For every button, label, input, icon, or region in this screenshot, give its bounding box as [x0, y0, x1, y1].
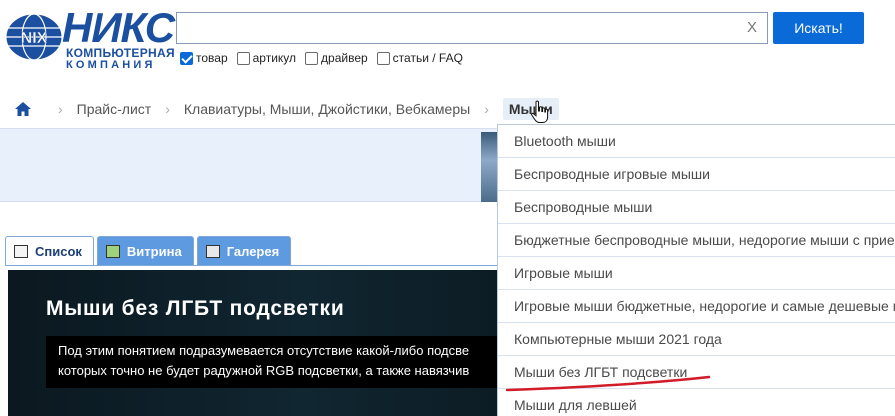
tab-list-label: Список	[35, 244, 82, 259]
option-driver[interactable]: драйвер	[305, 51, 368, 65]
chevron-right-icon: ›	[58, 101, 63, 117]
search-options: товар артикул драйвер статьи / FAQ	[180, 49, 472, 67]
option-faq[interactable]: статьи / FAQ	[376, 51, 463, 65]
category-hero: Мыши без ЛГБТ подсветки Под этим понятие…	[8, 270, 500, 416]
dropdown-item[interactable]: Компьютерные мыши 2021 года	[498, 323, 895, 356]
tabs-divider	[5, 265, 500, 266]
breadcrumb: › Прайс-лист › Клавиатуры, Мыши, Джойсти…	[14, 98, 559, 120]
logo-name: НИКС	[62, 4, 175, 51]
option-article[interactable]: артикул	[236, 51, 297, 65]
gallery-icon	[205, 245, 220, 258]
hero-desc-line-1: Под этим понятием подразумевается отсутс…	[58, 343, 470, 358]
dropdown-item[interactable]: Игровые мыши	[498, 257, 895, 290]
banner	[0, 128, 500, 202]
showcase-icon	[105, 245, 120, 258]
list-icon	[14, 245, 28, 258]
logo-mark-text: NIX	[21, 30, 48, 47]
dropdown-item[interactable]: Bluetooth мыши	[498, 125, 895, 158]
tab-list[interactable]: Список	[5, 236, 94, 266]
hand-cursor-icon	[531, 100, 549, 123]
hero-description: Под этим понятием подразумевается отсутс…	[46, 336, 500, 388]
category-dropdown: Bluetooth мыши Беспроводные игровые мыши…	[497, 124, 895, 416]
checkbox-product[interactable]	[180, 51, 193, 65]
dropdown-item[interactable]: Беспроводные мыши	[498, 191, 895, 224]
tab-showcase[interactable]: Витрина	[96, 236, 194, 266]
logo-subtitle-1: КОМПЬЮТЕРНАЯ	[66, 46, 175, 60]
logo-globe-icon: NIX	[5, 13, 63, 61]
tab-gallery-label: Галерея	[226, 244, 280, 259]
hero-title: Мыши без ЛГБТ подсветки	[46, 297, 345, 320]
search-input[interactable]: X	[176, 12, 768, 44]
tab-gallery[interactable]: Галерея	[196, 236, 292, 266]
dropdown-item[interactable]: Игровые мыши бюджетные, недорогие и самы…	[498, 290, 895, 323]
view-tabs: Список Витрина Галерея	[5, 236, 294, 266]
checkbox-driver[interactable]	[305, 51, 319, 65]
logo[interactable]: NIX НИКС КОМПЬЮТЕРНАЯ КОМПАНИЯ	[4, 4, 175, 71]
clear-icon[interactable]: X	[747, 19, 757, 36]
option-product-label: товар	[196, 51, 228, 65]
breadcrumb-category[interactable]: Клавиатуры, Мыши, Джойстики, Вебкамеры	[184, 101, 470, 117]
option-article-label: артикул	[252, 51, 297, 65]
logo-subtitle-2: КОМПАНИЯ	[66, 59, 156, 71]
checkbox-faq[interactable]	[376, 51, 390, 65]
breadcrumb-price-list[interactable]: Прайс-лист	[77, 101, 152, 117]
dropdown-item[interactable]: Беспроводные игровые мыши	[498, 158, 895, 191]
chevron-right-icon: ›	[165, 101, 170, 117]
tab-showcase-label: Витрина	[126, 244, 182, 259]
hero-desc-line-2: которых точно не будет радужной RGB подс…	[58, 363, 470, 378]
search-button[interactable]: Искать!	[773, 12, 864, 44]
option-product[interactable]: товар	[180, 51, 228, 65]
option-driver-label: драйвер	[321, 51, 368, 65]
page: NIX НИКС КОМПЬЮТЕРНАЯ КОМПАНИЯ X Искать!…	[0, 0, 895, 416]
dropdown-item[interactable]: Бюджетные беспроводные мыши, недорогие м…	[498, 224, 895, 257]
chevron-right-icon: ›	[484, 101, 489, 117]
home-icon[interactable]	[14, 101, 32, 117]
red-underline-annotation	[505, 375, 711, 392]
option-faq-label: статьи / FAQ	[392, 51, 463, 65]
checkbox-article[interactable]	[236, 51, 250, 65]
